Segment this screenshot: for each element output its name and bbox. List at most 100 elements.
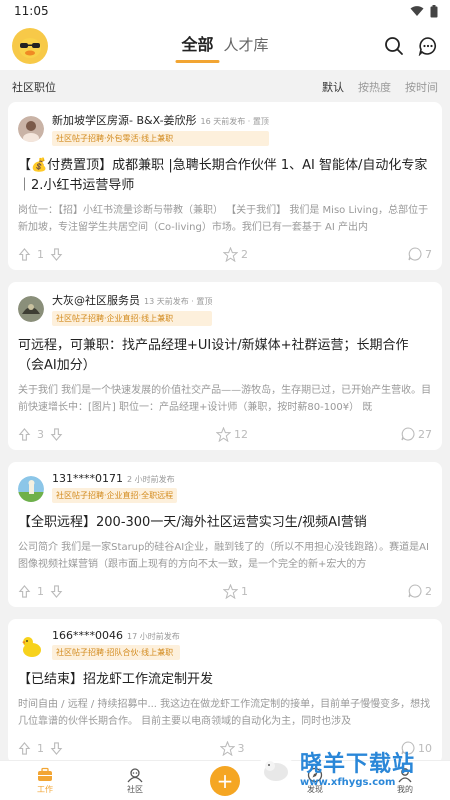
app-logo-icon[interactable] [12, 28, 48, 64]
sort-by-time[interactable]: 按时间 [405, 79, 438, 95]
comment-icon[interactable] [401, 427, 415, 441]
header-actions [384, 36, 438, 56]
upvote-count: 1 [37, 247, 44, 261]
post-meta: 大灰@社区服务员 13 天前发布 · 置顶 社区帖子招聘·企业直招·线上兼职 [52, 292, 213, 326]
sort-by-popularity[interactable]: 按热度 [358, 79, 391, 95]
thumbs-up-icon[interactable] [18, 427, 31, 441]
nav-discover[interactable]: 发现 [285, 767, 345, 795]
star-group[interactable]: 3 [219, 740, 245, 756]
vote-group: 3 [18, 428, 63, 441]
nav-community[interactable]: 社区 [105, 767, 165, 795]
post-excerpt: 公司简介 我们是一家Starup的硅谷AI企业，融到钱了的（所以不用担心没钱跑路… [18, 542, 429, 570]
post-title[interactable]: 【已结束】招龙虾工作流定制开发 [18, 670, 432, 690]
author-name[interactable]: 大灰@社区服务员 [52, 292, 140, 308]
header-tabs: 全部 人才库 [175, 31, 269, 63]
author-name[interactable]: 166****0046 [52, 629, 123, 642]
post-excerpt: 岗位一：【招】小红书流量诊断与带教（兼职） 【关于我们】 我们是 Miso Li… [18, 205, 429, 233]
category-tag: 社区帖子招聘·外包零活·线上兼职 [52, 131, 269, 146]
author-row: 166****0046 17 小时前发布 [52, 629, 180, 642]
comment-count: 7 [425, 247, 432, 261]
post-time: 17 小时前发布 [127, 632, 180, 641]
avatar[interactable] [18, 633, 44, 659]
status-time: 11:05 [14, 4, 49, 18]
post-header: 大灰@社区服务员 13 天前发布 · 置顶 社区帖子招聘·企业直招·线上兼职 [18, 292, 432, 326]
nav-post[interactable]: + [195, 765, 255, 796]
avatar[interactable] [18, 476, 44, 502]
author-name[interactable]: 131****0171 [52, 472, 123, 485]
star-icon[interactable] [223, 246, 238, 262]
community-icon [127, 767, 143, 782]
star-group[interactable]: 2 [223, 246, 248, 262]
author-name[interactable]: 新加坡学区房源- B&X-姜欣彤 [52, 112, 197, 128]
sort-default[interactable]: 默认 [322, 79, 344, 95]
section-title: 社区职位 [12, 81, 56, 94]
comment-count: 27 [418, 427, 432, 441]
upvote-count: 1 [37, 584, 44, 598]
comment-icon[interactable] [408, 584, 422, 598]
comment-group[interactable]: 2 [408, 584, 432, 598]
bottom-nav: 工作 社区 + 发现 我的 [0, 760, 450, 800]
comment-icon[interactable] [401, 741, 415, 755]
vote-group: 1 [18, 742, 63, 755]
nav-discover-label: 发现 [307, 784, 323, 794]
post-card[interactable]: 新加坡学区房源- B&X-姜欣彤 16 天前发布 · 置顶 社区帖子招聘·外包零… [8, 102, 442, 270]
post-title[interactable]: 可远程，可兼职：找产品经理+UI设计/新媒体+社群运营；长期合作（会AI加分） [18, 336, 432, 376]
plus-icon[interactable]: + [210, 765, 240, 796]
post-time: 2 小时前发布 [127, 475, 175, 484]
vote-group: 1 [18, 585, 63, 598]
nav-work[interactable]: 工作 [15, 767, 75, 795]
search-icon[interactable] [384, 36, 404, 56]
profile-icon [398, 767, 412, 782]
comment-icon[interactable] [408, 247, 422, 261]
star-icon[interactable] [216, 426, 231, 442]
nav-me[interactable]: 我的 [375, 767, 435, 795]
post-meta: 新加坡学区房源- B&X-姜欣彤 16 天前发布 · 置顶 社区帖子招聘·外包零… [52, 112, 269, 146]
message-icon[interactable] [418, 36, 438, 56]
post-actions: 1 2 7 [18, 246, 432, 262]
category-tag: 社区帖子招聘·企业直招·全职远程 [52, 488, 178, 503]
thumbs-up-icon[interactable] [18, 741, 31, 755]
tab-all[interactable]: 全部 [175, 31, 220, 63]
post-meta: 131****0171 2 小时前发布 社区帖子招聘·企业直招·全职远程 [52, 472, 178, 503]
thumbs-up-icon[interactable] [18, 247, 31, 261]
post-card[interactable]: 131****0171 2 小时前发布 社区帖子招聘·企业直招·全职远程 【全职… [8, 462, 442, 607]
thumbs-down-icon[interactable] [50, 741, 63, 755]
post-excerpt: 关于我们 我们是一个快速发展的价值社交产品——游牧岛，生存期已过，已开始产生营收… [18, 385, 432, 413]
comment-group[interactable]: 27 [401, 427, 432, 441]
author-row: 大灰@社区服务员 13 天前发布 · 置顶 [52, 292, 212, 308]
category-tag: 社区帖子招聘·招队合伙·线上兼职 [52, 645, 180, 660]
post-meta: 166****0046 17 小时前发布 社区帖子招聘·招队合伙·线上兼职 [52, 629, 180, 660]
star-group[interactable]: 1 [223, 583, 248, 599]
thumbs-down-icon[interactable] [50, 247, 63, 261]
post-card[interactable]: 大灰@社区服务员 13 天前发布 · 置顶 社区帖子招聘·企业直招·线上兼职 可… [8, 282, 442, 450]
post-title[interactable]: 【全职远程】200-300一天/海外社区运营实习生/视频AI营销 [18, 513, 432, 533]
star-icon[interactable] [223, 583, 238, 599]
star-group[interactable]: 12 [216, 426, 248, 442]
nav-me-label: 我的 [397, 784, 413, 794]
thumbs-up-icon[interactable] [18, 584, 31, 598]
post-card[interactable]: 166****0046 17 小时前发布 社区帖子招聘·招队合伙·线上兼职 【已… [8, 619, 442, 764]
compass-icon [307, 767, 323, 782]
post-header: 131****0171 2 小时前发布 社区帖子招聘·企业直招·全职远程 [18, 472, 432, 503]
nav-community-label: 社区 [127, 784, 143, 794]
avatar[interactable] [18, 116, 44, 142]
star-count: 2 [241, 247, 248, 261]
top-header: 全部 人才库 [0, 22, 450, 70]
vote-group: 1 [18, 248, 63, 261]
briefcase-icon [38, 767, 52, 781]
tab-talent-pool[interactable]: 人才库 [224, 34, 269, 61]
upvote-count: 3 [37, 427, 44, 441]
post-header: 新加坡学区房源- B&X-姜欣彤 16 天前发布 · 置顶 社区帖子招聘·外包零… [18, 112, 432, 146]
star-count: 12 [234, 427, 248, 441]
comment-count: 10 [418, 741, 432, 755]
thumbs-down-icon[interactable] [50, 427, 63, 441]
post-title[interactable]: 【💰付费置顶】成都兼职 |急聘长期合作伙伴 1、AI 智能体/自动化专家｜2.小… [18, 156, 432, 196]
avatar[interactable] [18, 296, 44, 322]
status-icons [410, 4, 438, 18]
star-icon[interactable] [219, 740, 235, 756]
thumbs-down-icon[interactable] [50, 584, 63, 598]
post-time: 13 天前发布 · 置顶 [144, 297, 213, 306]
comment-group[interactable]: 7 [408, 247, 432, 261]
category-tag: 社区帖子招聘·企业直招·线上兼职 [52, 311, 213, 326]
comment-group[interactable]: 10 [401, 741, 432, 755]
